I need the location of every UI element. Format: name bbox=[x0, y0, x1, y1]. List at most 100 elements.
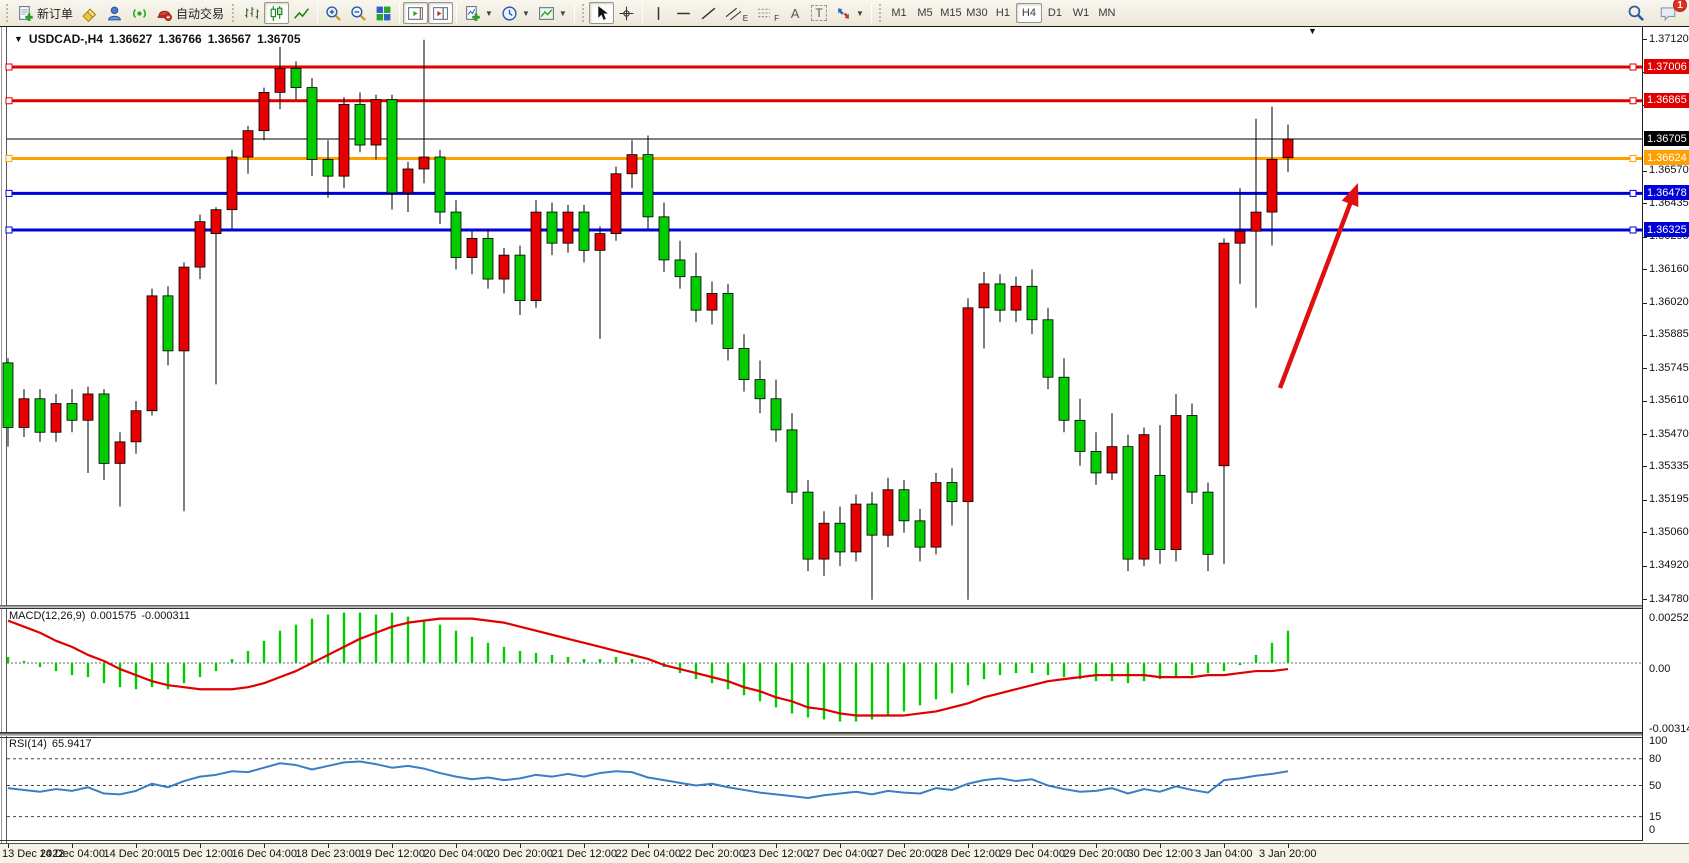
main-chart-canvas[interactable] bbox=[0, 28, 1642, 605]
horizontal-line-tool-button[interactable] bbox=[671, 2, 696, 24]
time-tick-label: 3 Jan 04:00 bbox=[1195, 848, 1253, 860]
autotrading-button[interactable]: 自动交易 bbox=[152, 2, 228, 24]
candle-bull bbox=[19, 399, 29, 428]
axis-tick bbox=[1643, 203, 1647, 204]
axis-tick bbox=[1643, 500, 1647, 501]
tab-timeframe-h4[interactable]: H4 bbox=[1016, 3, 1042, 23]
candle-bull bbox=[1139, 435, 1149, 559]
price-tick-label: 1.35610 bbox=[1649, 394, 1689, 406]
channel-letter: E bbox=[743, 14, 748, 23]
line-chart-mode-button[interactable] bbox=[289, 2, 314, 24]
tab-timeframe-w1[interactable]: W1 bbox=[1068, 3, 1094, 23]
candle-bear bbox=[1027, 286, 1037, 320]
bar-chart-mode-button[interactable] bbox=[239, 2, 264, 24]
candle-bull bbox=[611, 174, 621, 234]
candle-bull bbox=[883, 490, 893, 535]
zoom-out-icon bbox=[350, 5, 367, 22]
toolbar-grip[interactable] bbox=[5, 3, 10, 23]
level-price-label: 1.36478 bbox=[1644, 185, 1689, 200]
axis-tick bbox=[1643, 171, 1647, 172]
price-tick-label: 1.37120 bbox=[1649, 33, 1689, 45]
time-tick-label: 29 Dec 20:00 bbox=[1064, 848, 1129, 860]
axis-tick bbox=[1643, 532, 1647, 533]
axis-tick bbox=[1643, 566, 1647, 567]
tab-timeframe-m1[interactable]: M1 bbox=[886, 3, 912, 23]
rsi-axis-label: 50 bbox=[1649, 780, 1661, 792]
tab-timeframe-m15[interactable]: M15 bbox=[938, 3, 964, 23]
vertical-line-tool-button[interactable] bbox=[646, 2, 671, 24]
candle-bear bbox=[579, 212, 589, 250]
notifications-button[interactable]: 1 bbox=[1655, 2, 1681, 24]
rsi-canvas[interactable] bbox=[0, 737, 1642, 841]
signal-icon bbox=[131, 5, 148, 22]
trendline-tool-button[interactable] bbox=[696, 2, 721, 24]
candlestick-mode-button[interactable] bbox=[264, 2, 289, 24]
crosshair-tool-button[interactable] bbox=[614, 2, 639, 24]
market-watch-button[interactable] bbox=[102, 2, 127, 24]
time-tick-label: 22 Dec 04:00 bbox=[616, 848, 681, 860]
line-anchor bbox=[6, 64, 12, 70]
clock-icon bbox=[501, 5, 518, 22]
horizontal-line-icon bbox=[675, 5, 692, 22]
candle-bear bbox=[163, 296, 173, 351]
candle-bull bbox=[259, 92, 269, 130]
time-axis[interactable]: 13 Dec 202214 Dec 04:0014 Dec 20:0015 De… bbox=[0, 843, 1689, 863]
axis-tick bbox=[1643, 335, 1647, 336]
new-order-button[interactable]: 新订单 bbox=[13, 2, 77, 24]
line-anchor bbox=[6, 155, 12, 161]
candle-bull bbox=[819, 523, 829, 559]
signals-button[interactable] bbox=[127, 2, 152, 24]
zoom-in-button[interactable] bbox=[321, 2, 346, 24]
line-anchor bbox=[1630, 98, 1636, 104]
depth-of-market-button[interactable] bbox=[77, 2, 102, 24]
candle-bull bbox=[531, 212, 541, 301]
text-label-tool-button[interactable]: T bbox=[807, 2, 831, 24]
search-icon bbox=[1627, 4, 1645, 22]
templates-button[interactable]: ▼ bbox=[534, 2, 571, 24]
periods-button[interactable]: ▼ bbox=[497, 2, 534, 24]
time-tick-label: 27 Dec 04:00 bbox=[808, 848, 873, 860]
chevron-down-icon: ▼ bbox=[559, 9, 567, 18]
candle-bull bbox=[595, 234, 605, 251]
candle-bull bbox=[627, 155, 637, 174]
toolbar-grip[interactable] bbox=[581, 3, 586, 23]
price-axis[interactable]: 1.371201.369851.368451.365701.364351.362… bbox=[1643, 27, 1689, 841]
zoom-out-button[interactable] bbox=[346, 2, 371, 24]
arrows-tool-button[interactable]: ▼ bbox=[831, 2, 868, 24]
candle-bull bbox=[467, 238, 477, 257]
toolbar-grip[interactable] bbox=[878, 3, 883, 23]
candle-bear bbox=[355, 104, 365, 145]
tab-timeframe-m30[interactable]: M30 bbox=[964, 3, 990, 23]
chart-shift-button[interactable] bbox=[428, 2, 453, 24]
eraser-icon bbox=[81, 5, 98, 22]
axis-tick bbox=[1643, 401, 1647, 402]
tab-timeframe-m5[interactable]: M5 bbox=[912, 3, 938, 23]
candle-bull bbox=[1219, 243, 1229, 466]
chevron-down-icon: ▼ bbox=[856, 9, 864, 18]
tab-timeframe-h1[interactable]: H1 bbox=[990, 3, 1016, 23]
tab-timeframe-d1[interactable]: D1 bbox=[1042, 3, 1068, 23]
tab-timeframe-mn[interactable]: MN bbox=[1094, 3, 1120, 23]
candle-bear bbox=[99, 394, 109, 463]
axis-tick bbox=[1643, 368, 1647, 369]
panel-separator[interactable] bbox=[0, 733, 1689, 736]
tile-windows-button[interactable] bbox=[371, 2, 396, 24]
macd-canvas[interactable] bbox=[0, 608, 1642, 733]
time-tick-label: 21 Dec 12:00 bbox=[552, 848, 617, 860]
fibonacci-tool-button[interactable]: F bbox=[752, 2, 783, 24]
macd-histogram bbox=[8, 613, 1288, 722]
indicators-button[interactable]: ▼ bbox=[460, 2, 497, 24]
auto-scroll-button[interactable] bbox=[403, 2, 428, 24]
candle-bear bbox=[771, 399, 781, 430]
trendline-icon bbox=[700, 5, 717, 22]
level-price-label: 1.36325 bbox=[1644, 222, 1689, 237]
candle-bear bbox=[1187, 416, 1197, 493]
search-button[interactable] bbox=[1623, 2, 1649, 24]
equidistant-channel-tool-button[interactable]: E bbox=[721, 2, 752, 24]
axis-tick bbox=[1643, 269, 1647, 270]
candle-bull bbox=[195, 222, 205, 267]
cursor-tool-button[interactable] bbox=[589, 2, 614, 24]
text-tool-button[interactable]: A bbox=[783, 2, 807, 24]
candle-bear bbox=[483, 238, 493, 279]
toolbar-grip[interactable] bbox=[231, 3, 236, 23]
